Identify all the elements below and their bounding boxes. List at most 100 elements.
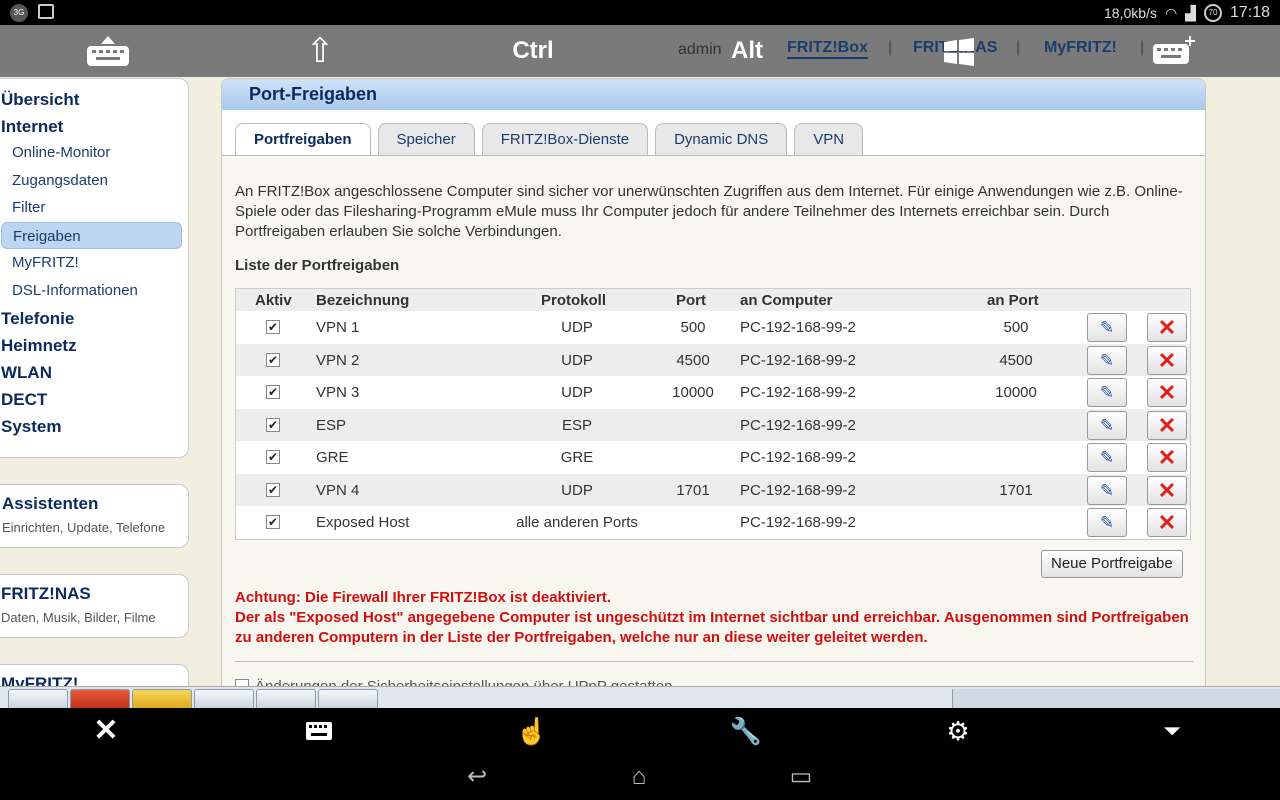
taskbar-button[interactable] — [256, 689, 316, 709]
close-icon[interactable]: ✕ — [86, 714, 126, 748]
taskbar-button[interactable] — [8, 689, 68, 709]
active-checkbox[interactable]: ✔ — [266, 450, 280, 464]
edit-button[interactable]: ✎ — [1087, 378, 1127, 407]
delete-icon: ✕ — [1157, 315, 1177, 340]
new-port-forward-button[interactable]: Neue Portfreigabe — [1041, 550, 1183, 578]
edit-button[interactable]: ✎ — [1087, 443, 1127, 472]
touch-pointer-icon[interactable]: ☝ — [512, 714, 552, 748]
shift-key[interactable]: ⇧ — [300, 32, 340, 70]
delete-button[interactable]: ✕ — [1147, 345, 1187, 375]
assistenten-subtitle: Einrichten, Update, Telefone — [2, 520, 166, 535]
active-checkbox[interactable]: ✔ — [266, 320, 280, 334]
nav-dsl-informationen[interactable]: DSL-Informationen — [1, 277, 188, 305]
nav-telefonie[interactable]: Telefonie — [1, 304, 188, 331]
delete-icon: ✕ — [1157, 412, 1177, 438]
cell-an-port: 1701 — [999, 481, 1033, 499]
cell-bezeichnung: GRE — [316, 449, 349, 466]
admin-label: admin — [678, 41, 722, 58]
taskbar-button[interactable] — [132, 689, 192, 709]
delete-button[interactable]: ✕ — [1147, 410, 1187, 440]
delete-button[interactable]: ✕ — [1147, 508, 1187, 537]
cell-bezeichnung: VPN 2 — [316, 351, 360, 369]
delete-icon: ✕ — [1157, 380, 1177, 405]
keyboard-add-icon[interactable] — [1150, 33, 1198, 69]
gear-icon[interactable]: ⚙ — [938, 714, 978, 748]
collapse-toolbar-icon[interactable]: ⏷ — [1152, 714, 1192, 748]
assistenten-box[interactable]: Assistenten Einrichten, Update, Telefone — [0, 484, 189, 548]
fritzbox-page: Übersicht Internet Online-Monitor Zugang… — [0, 77, 1280, 688]
android-nav-bar: ↩ ⌂ ▭ — [0, 754, 1280, 800]
edit-button[interactable]: ✎ — [1087, 313, 1127, 342]
active-checkbox[interactable]: ✔ — [266, 385, 280, 399]
nav-online-monitor[interactable]: Online-Monitor — [1, 139, 188, 167]
tab-vpn[interactable]: VPN — [794, 123, 864, 156]
tab-panel: An FRITZ!Box angeschlossene Computer sin… — [222, 155, 1205, 688]
table-row: ✔ Exposed Host alle anderen Ports PC-192-16… — [236, 506, 1190, 539]
recents-icon[interactable]: ▭ — [781, 762, 821, 792]
edit-button[interactable]: ✎ — [1087, 345, 1127, 375]
edit-button[interactable]: ✎ — [1087, 508, 1127, 537]
ctrl-key[interactable]: Ctrl — [500, 33, 566, 69]
delete-button[interactable]: ✕ — [1147, 475, 1187, 505]
main-navigation: Übersicht Internet Online-Monitor Zugang… — [0, 78, 189, 458]
delete-button[interactable]: ✕ — [1147, 313, 1187, 342]
delete-button[interactable]: ✕ — [1147, 443, 1187, 472]
clock: 17:18 — [1229, 4, 1270, 21]
wifi-icon: ◠ — [1164, 4, 1178, 21]
alt-key[interactable]: Alt — [726, 33, 768, 69]
col-port: Port — [676, 292, 706, 309]
taskbar-button[interactable] — [194, 689, 254, 709]
cell-an-computer: PC-192-168-99-2 — [740, 514, 856, 531]
active-checkbox[interactable]: ✔ — [266, 352, 280, 367]
keyboard-add-svg — [1153, 36, 1195, 64]
edit-button[interactable]: ✎ — [1087, 475, 1127, 505]
topnav-fritzbox[interactable]: FRITZ!Box — [787, 39, 868, 59]
keyboard-up-icon[interactable] — [84, 33, 132, 69]
myfritz-box[interactable]: MyFRITZ! — [0, 664, 189, 688]
table-row: ✔ GRE GRE PC-192-168-99-2 ✎ ✕ — [236, 441, 1190, 474]
taskbar-button[interactable] — [70, 689, 130, 709]
tab-fritzbox-dienste[interactable]: FRITZ!Box-Dienste — [481, 123, 649, 156]
port-table: Aktiv Bezeichnung Protokoll Port an Comp… — [235, 288, 1191, 540]
divider — [235, 661, 1193, 662]
fritznas-box[interactable]: FRITZ!NAS Daten, Musik, Bilder, Filme — [0, 574, 189, 638]
col-bezeichnung: Bezeichnung — [316, 292, 410, 309]
windows-key-icon[interactable] — [942, 37, 976, 72]
nav-zugangsdaten[interactable]: Zugangsdaten — [1, 167, 188, 195]
nav-filter[interactable]: Filter — [1, 194, 188, 222]
taskbar-button[interactable] — [318, 689, 378, 709]
nav-system[interactable]: System — [1, 412, 188, 439]
home-icon[interactable]: ⌂ — [619, 762, 659, 792]
nav-internet[interactable]: Internet — [1, 112, 188, 139]
nav-wlan[interactable]: WLAN — [1, 358, 188, 385]
tab-speicher[interactable]: Speicher — [377, 123, 475, 156]
nav-myfritz[interactable]: MyFRITZ! — [1, 249, 188, 277]
col-an-port: an Port — [987, 292, 1039, 309]
fritznas-subtitle: Daten, Musik, Bilder, Filme — [1, 610, 156, 625]
nav-heimnetz[interactable]: Heimnetz — [1, 331, 188, 358]
nav-uebersicht[interactable]: Übersicht — [1, 85, 188, 112]
nav-dect[interactable]: DECT — [1, 385, 188, 412]
nav-freigaben[interactable]: Freigaben — [1, 221, 182, 249]
remote-toolbar: ⇧ Ctrl admin Alt FRITZ!Box | FRITZ!NAS |… — [0, 25, 1280, 77]
active-checkbox[interactable]: ✔ — [266, 515, 280, 529]
col-an-computer: an Computer — [740, 292, 833, 309]
delete-button[interactable]: ✕ — [1147, 378, 1187, 407]
android-status-bar: 3G 18,0kb/s ◠ ▟ 70 17:18 — [0, 0, 1280, 25]
tab-portfreigaben[interactable]: Portfreigaben — [235, 123, 371, 157]
topnav-separator-2: | — [1016, 39, 1021, 56]
cell-protokoll: alle anderen Ports — [516, 514, 638, 531]
shift-icon: ⇧ — [305, 32, 335, 70]
cell-protokoll: UDP — [561, 319, 593, 336]
back-icon[interactable]: ↩ — [457, 762, 497, 792]
topnav-myfritz[interactable]: MyFRITZ! — [1044, 39, 1117, 57]
wrench-icon[interactable]: 🔧 — [726, 714, 766, 748]
active-checkbox[interactable]: ✔ — [266, 482, 280, 497]
edit-button[interactable]: ✎ — [1087, 410, 1127, 440]
keyboard-icon[interactable] — [299, 714, 339, 748]
list-title: Liste der Portfreigaben — [235, 257, 400, 274]
tab-dynamic-dns[interactable]: Dynamic DNS — [655, 123, 788, 156]
cell-bezeichnung: VPN 1 — [316, 319, 360, 336]
active-checkbox[interactable]: ✔ — [266, 417, 280, 432]
cell-an-port: 4500 — [999, 351, 1033, 369]
